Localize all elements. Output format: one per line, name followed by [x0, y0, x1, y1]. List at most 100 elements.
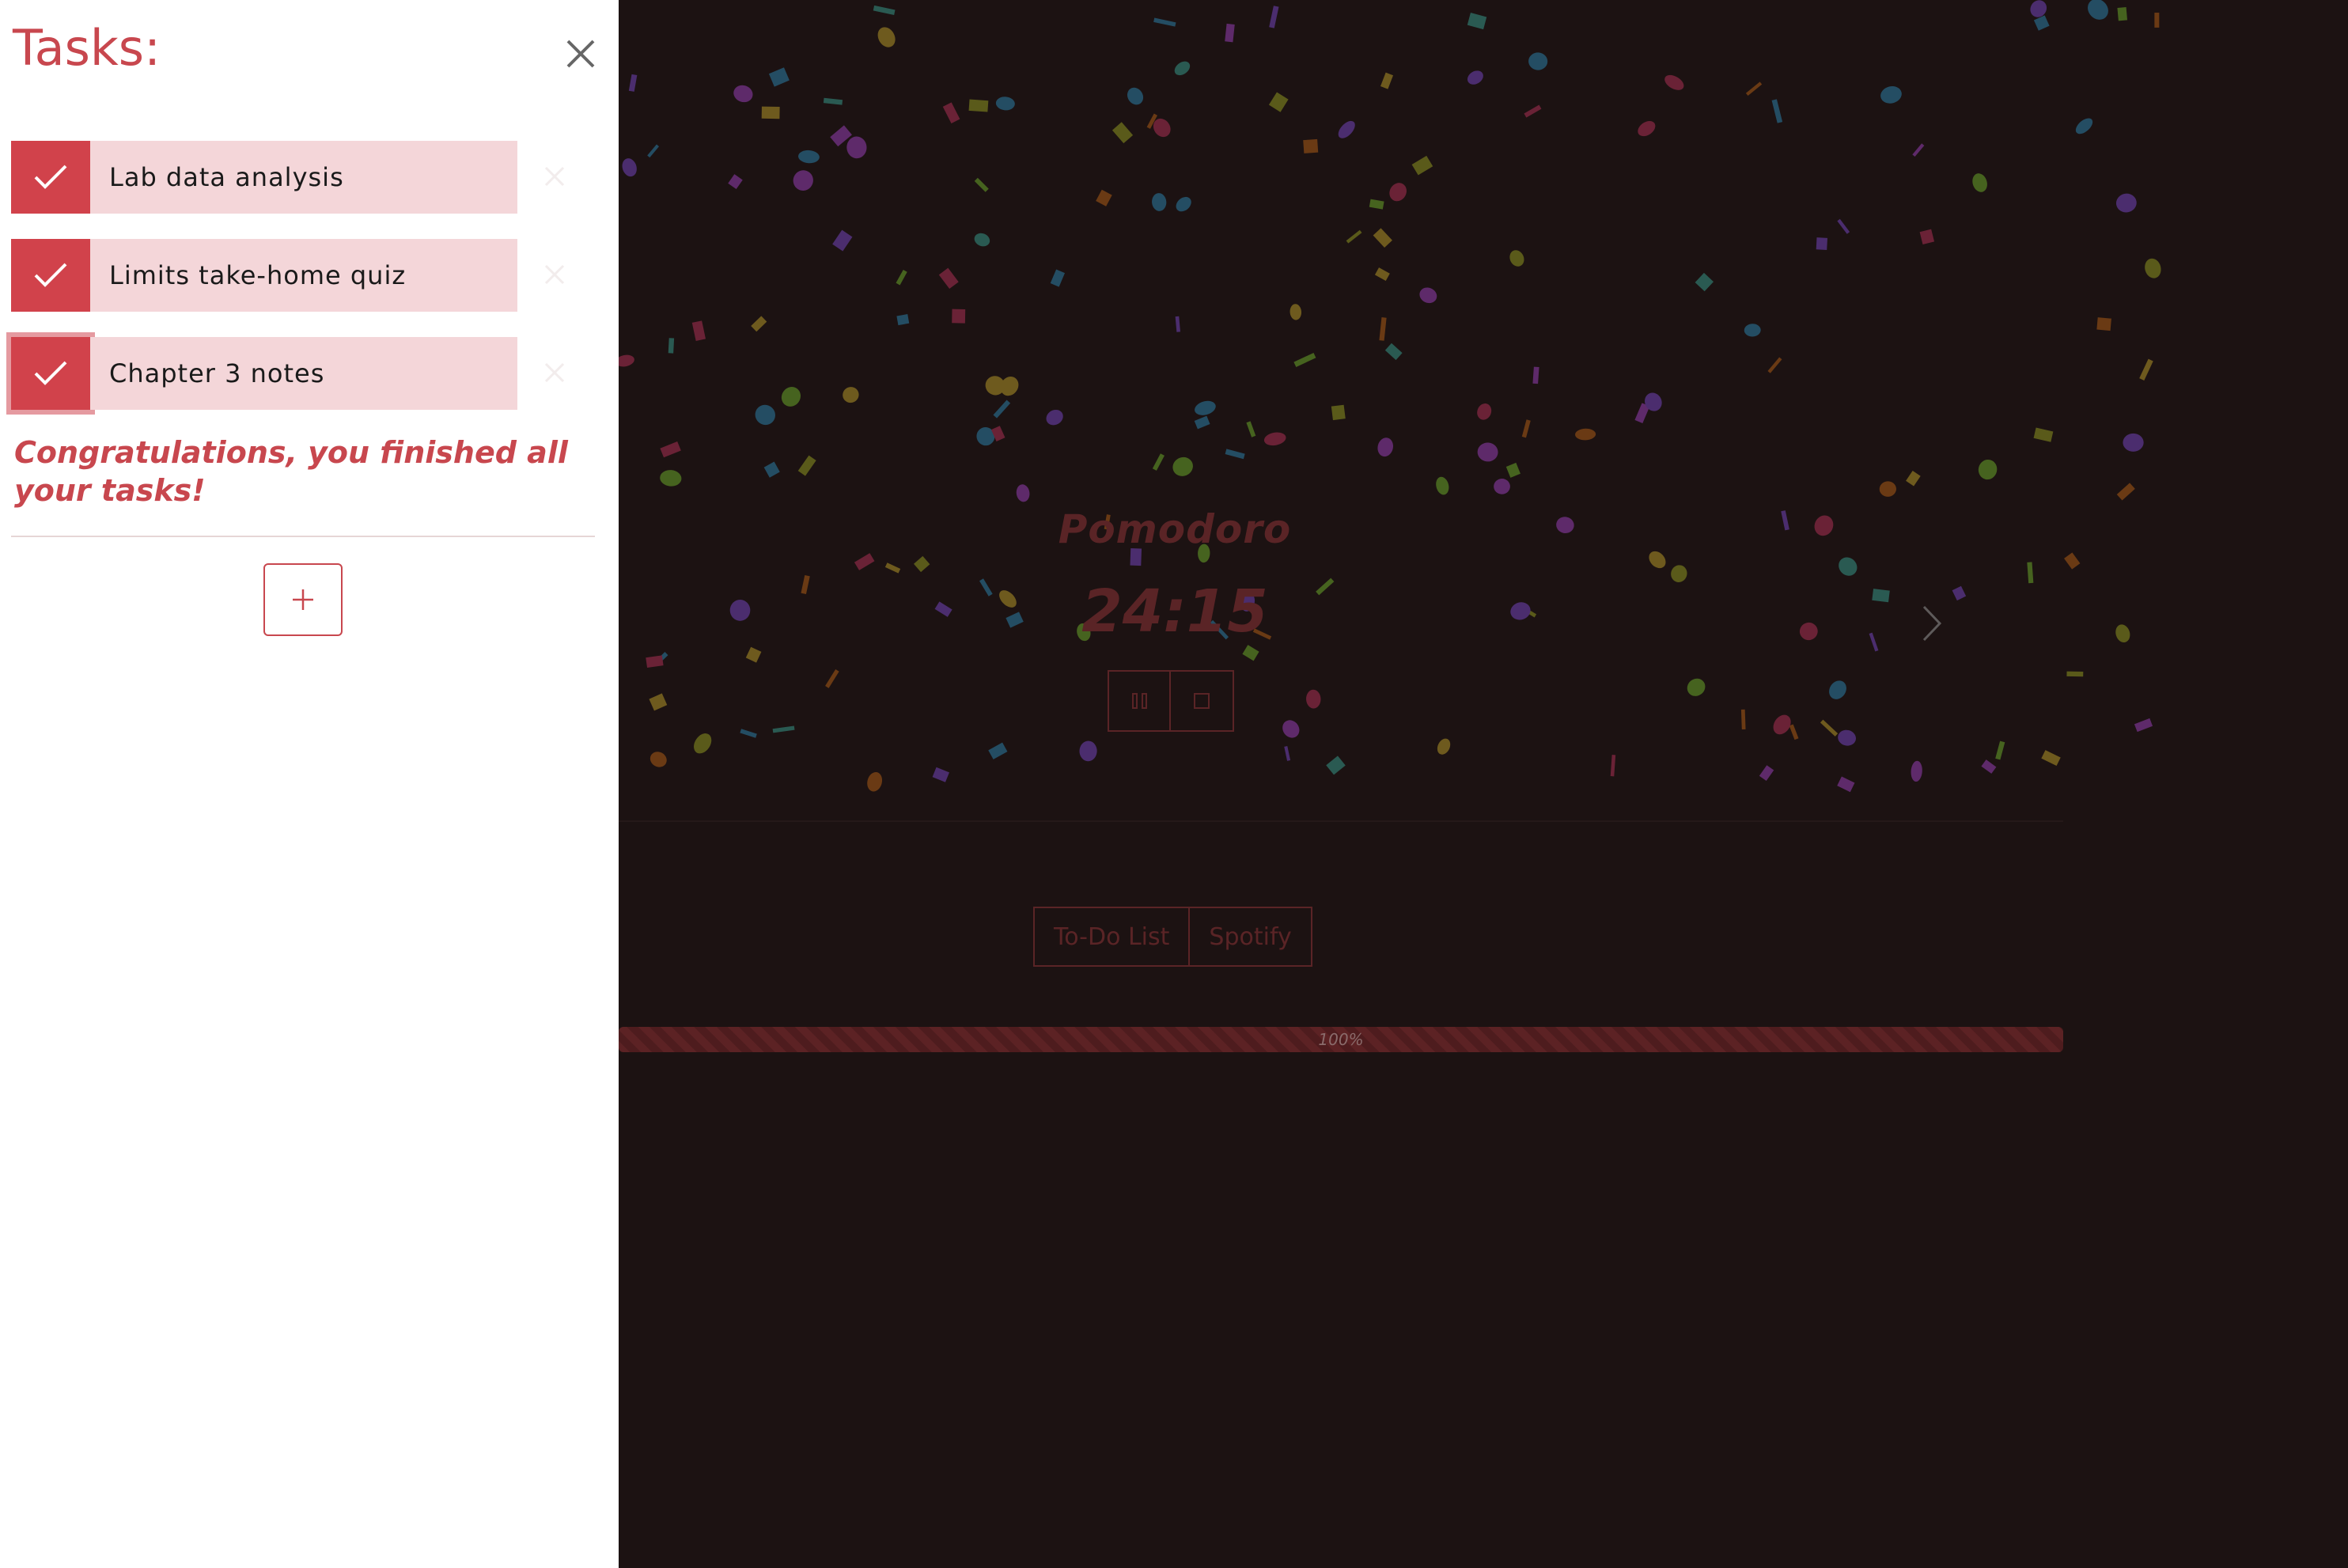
confetti-piece [745, 646, 762, 663]
confetti-piece [1972, 173, 1987, 192]
confetti-piece [1671, 565, 1687, 582]
confetti-piece [2116, 483, 2135, 501]
confetti-piece [1869, 632, 1879, 652]
confetti-piece [1528, 52, 1548, 70]
confetti-piece [1799, 622, 1818, 641]
checkmark-icon [34, 165, 67, 189]
confetti-piece [1664, 74, 1684, 90]
panel-tabs: To-Do List Spotify [1033, 907, 1312, 967]
confetti-piece [798, 150, 820, 164]
task-label[interactable]: Chapter 3 notes [90, 337, 517, 410]
confetti-piece [1374, 267, 1390, 281]
confetti-piece [660, 441, 681, 458]
confetti-piece [2117, 6, 2128, 21]
confetti-piece [823, 97, 843, 105]
confetti-piece [1759, 765, 1774, 782]
confetti-piece [952, 309, 966, 324]
confetti-piece [1175, 316, 1180, 332]
task-checkbox[interactable] [11, 141, 90, 214]
confetti-piece [1389, 183, 1407, 202]
confetti-piece [2030, 0, 2047, 17]
confetti-piece [1505, 462, 1521, 478]
confetti-piece [1744, 324, 1761, 337]
confetti-piece [854, 553, 875, 570]
task-label[interactable]: Lab data analysis [90, 141, 517, 214]
confetti-piece [1306, 689, 1321, 709]
confetti-piece [1225, 449, 1245, 460]
confetti-piece [772, 725, 795, 733]
delete-task-icon[interactable] [543, 263, 566, 286]
confetti-piece [1556, 517, 1574, 534]
task-label[interactable]: Limits take-home quiz [90, 239, 517, 312]
confetti-piece [1411, 155, 1433, 176]
confetti-piece [979, 578, 993, 597]
confetti-piece [1906, 471, 1921, 487]
pause-button[interactable] [1108, 670, 1171, 732]
confetti-piece [1767, 357, 1782, 373]
close-icon[interactable] [563, 36, 598, 71]
confetti-piece [1814, 515, 1834, 536]
confetti-piece [974, 233, 990, 247]
confetti-piece [2033, 15, 2050, 31]
confetti-piece [1509, 250, 1524, 267]
confetti-piece [801, 575, 810, 595]
confetti-piece [2139, 358, 2153, 381]
confetti-piece [1152, 453, 1165, 471]
confetti-piece [1638, 120, 1656, 137]
confetti-piece [1829, 680, 1846, 699]
confetti-piece [755, 404, 775, 426]
confetti-piece [2075, 118, 2093, 134]
confetti-piece [1695, 272, 1714, 292]
confetti-piece [1436, 476, 1449, 495]
confetti-piece [646, 655, 664, 668]
stop-button[interactable] [1171, 670, 1234, 732]
progress-bar: 100% [619, 1027, 2063, 1052]
confetti-piece [974, 177, 989, 192]
confetti-piece [1152, 193, 1167, 211]
confetti-piece [1745, 81, 1763, 97]
confetti-piece [843, 387, 859, 403]
progress-label: 100% [1318, 1030, 1364, 1049]
confetti-piece [1477, 403, 1492, 420]
drawer-title: Tasks: [13, 19, 161, 77]
tasks-drawer: Tasks: Lab data analysis Limits take-hom… [0, 0, 619, 1568]
tab-todo-list[interactable]: To-Do List [1033, 907, 1191, 967]
confetti-piece [2134, 718, 2153, 733]
confetti-piece [825, 669, 839, 688]
task-checkbox[interactable] [11, 239, 90, 312]
confetti-piece [1303, 138, 1319, 153]
confetti-piece [873, 5, 896, 15]
tab-spotify[interactable]: Spotify [1190, 907, 1312, 967]
confetti-piece [1879, 481, 1896, 497]
timer-controls [1108, 670, 1234, 732]
confetti-piece [942, 102, 960, 123]
timer-mode-title: Pomodoro [1058, 506, 1292, 552]
confetti-piece [1839, 557, 1858, 576]
confetti-piece [1338, 120, 1355, 138]
confetti-piece [988, 742, 1008, 759]
confetti-piece [649, 752, 667, 767]
delete-task-icon[interactable] [543, 165, 566, 188]
task-item: Lab data analysis [11, 141, 565, 214]
confetti-piece [2123, 433, 2144, 452]
task-checkbox[interactable] [6, 332, 95, 415]
confetti-piece [877, 27, 896, 47]
timer-display: 24:15 [1081, 578, 1268, 646]
confetti-piece [1419, 287, 1437, 304]
confetti-piece [649, 693, 668, 711]
confetti-piece [938, 267, 959, 290]
confetti-piece [1820, 719, 1839, 737]
confetti-piece [1377, 437, 1394, 457]
add-task-button[interactable] [263, 563, 343, 636]
confetti-piece [628, 74, 638, 92]
confetti-piece [1331, 404, 1346, 421]
checkmark-icon [34, 361, 67, 385]
confetti-piece [832, 229, 853, 252]
chevron-right-icon[interactable] [1913, 604, 1952, 643]
delete-task-icon[interactable] [543, 361, 566, 384]
confetti-piece [1981, 759, 1997, 774]
confetti-piece [1153, 17, 1176, 27]
confetti-piece [1346, 229, 1362, 244]
confetti-piece [1373, 228, 1392, 248]
confetti-piece [2115, 624, 2130, 643]
